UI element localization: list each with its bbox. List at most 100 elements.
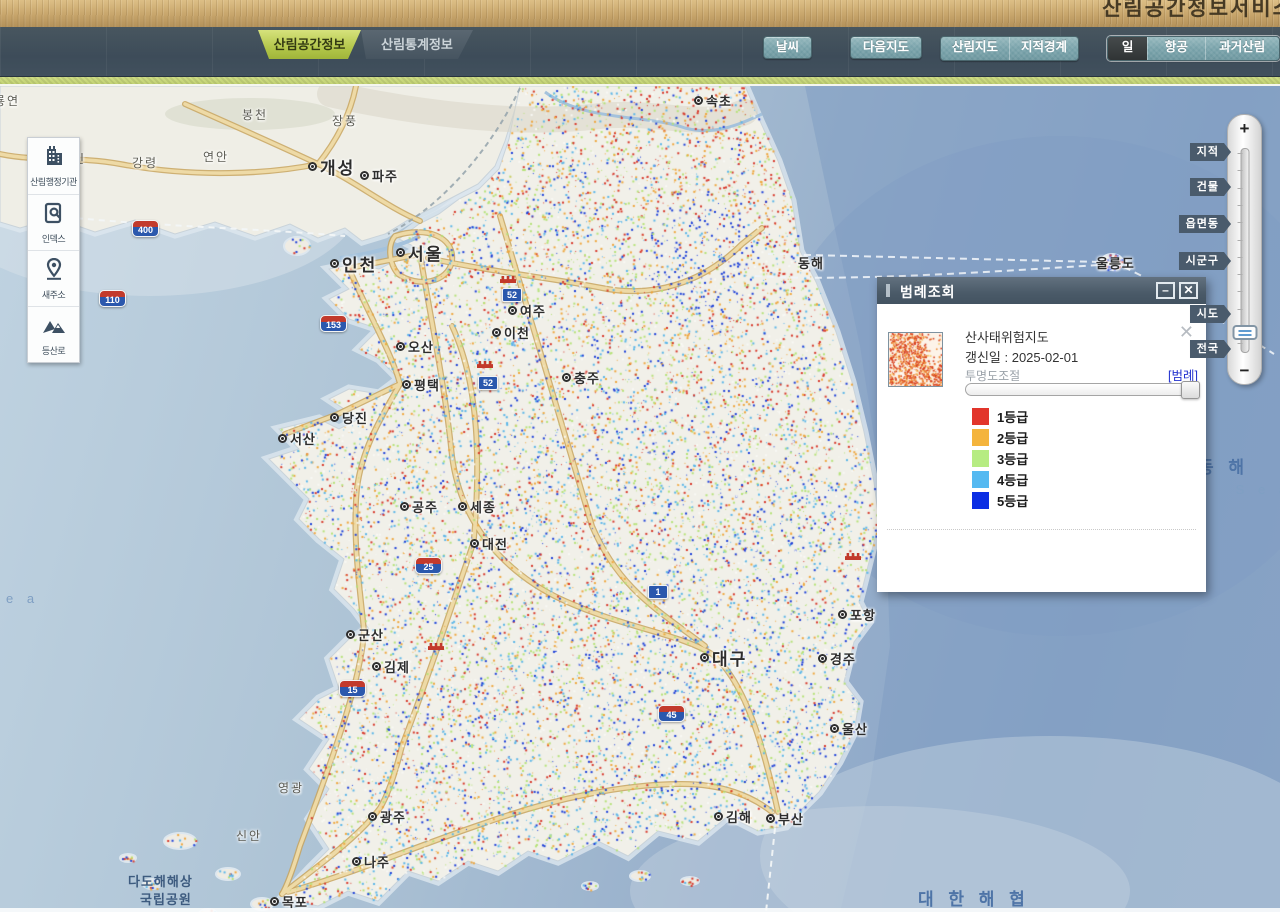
map-city-label-여주: 여주 (508, 301, 546, 320)
layer-remove-icon[interactable]: ✕ (1179, 323, 1194, 341)
zoom-level-tag-시도[interactable]: 시도 (1190, 305, 1231, 323)
map-city-label-대구: 대구 (700, 645, 747, 670)
zoom-level-tag-건물[interactable]: 건물 (1190, 178, 1231, 196)
map-city-label-동해: 동해 (798, 256, 824, 271)
zoom-level-tag-시군구[interactable]: 시군구 (1179, 252, 1231, 270)
legend-divider (887, 529, 1196, 530)
map-city-label-공주: 공주 (400, 497, 438, 516)
map-city-label-서울: 서울 (396, 240, 443, 265)
city-marker-icon (492, 328, 501, 337)
map-city-label-장풍: 장풍 (332, 114, 359, 128)
zoom-tick (1237, 170, 1242, 172)
site-title: 산림공간정보서비스 (1102, 0, 1280, 20)
legend-swatch (972, 471, 989, 488)
daum-map-button[interactable]: 다음지도 (850, 36, 923, 59)
basemap-button-group: 일반항공사진과거산림항공 (1107, 36, 1280, 61)
city-marker-icon (352, 857, 361, 866)
landmark-icon (428, 643, 444, 650)
zoom-tick (1237, 239, 1242, 241)
zoom-in-button[interactable]: + (1228, 120, 1261, 137)
map-city-label-속초: 속초 (694, 91, 732, 110)
map-city-label-대전: 대전 (470, 534, 508, 553)
city-marker-icon (278, 434, 287, 443)
legend-row: 3등급 (972, 448, 1028, 469)
zoom-slider-track[interactable] (1237, 148, 1249, 353)
zoom-tick (1237, 187, 1242, 189)
basemap-past-aerial-button[interactable]: 과거산림항공 (1204, 37, 1280, 60)
legend-swatch (972, 492, 989, 509)
legend-class-label: 2등급 (997, 431, 1029, 446)
layer-thumbnail (888, 332, 943, 387)
city-marker-icon (694, 96, 703, 105)
doc-search-icon (42, 195, 66, 229)
city-marker-icon (360, 171, 369, 180)
map-city-label-서산: 서산 (278, 429, 316, 448)
legend-class-label: 1등급 (997, 410, 1029, 425)
legend-row: 4등급 (972, 469, 1028, 490)
zoom-slider-handle[interactable] (1232, 325, 1257, 340)
tool-item-인덱스[interactable]: 인덱스 (28, 194, 79, 250)
opacity-label: 투명도조절 (965, 369, 1021, 383)
minimize-button[interactable]: – (1156, 282, 1175, 299)
map-city-label-충주: 충주 (562, 368, 600, 387)
legend-class-label: 5등급 (997, 494, 1029, 509)
city-marker-icon (396, 342, 405, 351)
road-shield-icon: 52 (502, 288, 522, 302)
city-marker-icon (346, 630, 355, 639)
legend-class-label: 3등급 (997, 452, 1029, 467)
road-shield-icon: 52 (478, 376, 498, 390)
zoom-level-tag-전국[interactable]: 전국 (1190, 340, 1231, 358)
landmark-icon (477, 361, 493, 368)
city-marker-icon (368, 812, 377, 821)
landmark-icon (845, 553, 861, 560)
landmark-icon (500, 276, 516, 283)
road-shield-icon: 15 (339, 680, 366, 697)
zoom-tick (1237, 291, 1242, 293)
opacity-slider-handle[interactable] (1181, 381, 1200, 399)
map-city-label-당진: 당진 (330, 408, 368, 427)
map-city-label-부산: 부산 (766, 809, 804, 828)
map-city-label-봉천: 봉천 (242, 108, 269, 122)
basemap-normal-button[interactable]: 일반 (1108, 37, 1148, 60)
road-shield-icon: 1 (648, 585, 668, 599)
forest-map-button[interactable]: 산림지도 (941, 37, 1009, 60)
tool-item-산림행정기관[interactable]: 산림행정기관 (28, 138, 79, 194)
cadastral-boundary-button[interactable]: 지적경계 (1009, 37, 1078, 60)
legend-popup: 범례조회 – ✕ 산사태위험지도 갱신일 : 2025-02-01 투명도조절 … (877, 277, 1206, 592)
tool-item-새주소[interactable]: 새주소 (28, 250, 79, 306)
weather-button[interactable]: 날씨 (763, 36, 813, 59)
layer-thumbnail-image (889, 333, 942, 386)
city-marker-icon (330, 259, 339, 268)
mountain-icon (41, 307, 67, 341)
overlay-button-group: 산림지도 지적경계 (940, 36, 1080, 61)
map-sea-label: e a (6, 591, 40, 606)
zoom-level-tag-읍면동[interactable]: 읍면동 (1179, 215, 1231, 233)
map-city-label-울산: 울산 (830, 719, 868, 738)
opacity-slider-track[interactable] (965, 381, 1200, 399)
city-marker-icon (508, 306, 517, 315)
map-bottom-edge (0, 908, 1280, 912)
building-icon (42, 138, 66, 172)
legend-row: 1등급 (972, 406, 1028, 427)
zoom-level-tag-지적[interactable]: 지적 (1190, 143, 1231, 161)
legend-swatch (972, 450, 989, 467)
tool-item-label: 등산로 (41, 346, 66, 356)
zoom-tick (1237, 222, 1242, 224)
city-marker-icon (270, 897, 279, 906)
tab-forest-statistics-info[interactable]: 산림통계정보 (361, 30, 473, 59)
zoom-out-button[interactable]: − (1228, 362, 1261, 379)
tool-item-등산로[interactable]: 등산로 (28, 306, 79, 362)
basemap-aerial-button[interactable]: 항공사진 (1147, 37, 1204, 60)
map-city-label-개성: 개성 (308, 154, 355, 179)
map-city-label-신안: 신안 (236, 829, 263, 843)
tab-forest-spatial-info[interactable]: 산림공간정보 (258, 30, 361, 59)
close-button[interactable]: ✕ (1179, 282, 1198, 299)
map-city-label-강령: 강령 (132, 156, 159, 170)
zoom-tick (1237, 204, 1242, 206)
city-marker-icon (330, 413, 339, 422)
city-marker-icon (830, 724, 839, 733)
legend-titlebar[interactable]: 범례조회 – ✕ (877, 277, 1206, 304)
legend-title: 범례조회 (900, 284, 956, 300)
road-shield-icon: 400 (132, 220, 159, 237)
map-city-label-경주: 경주 (818, 649, 856, 668)
